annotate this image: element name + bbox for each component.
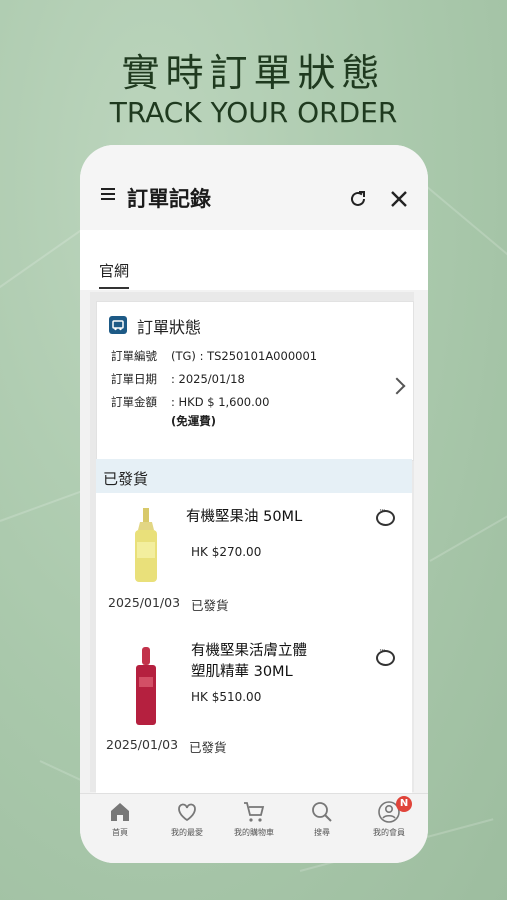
order-date-value: : 2025/01/18: [171, 372, 245, 386]
item-status: 已發貨: [189, 740, 227, 755]
page-title: 訂單記錄: [127, 187, 211, 211]
item-price: HK $270.00: [191, 545, 262, 559]
item-date: 2025/01/03: [106, 737, 179, 752]
order-amount-row: 訂單金額 : HKD $ 1,600.00: [111, 394, 269, 410]
item-price: HK $510.00: [191, 690, 262, 704]
top-bar: 訂單記錄: [80, 145, 428, 230]
home-icon: [111, 803, 129, 821]
item-name: 有機堅果油 50ML: [186, 509, 303, 525]
hero-subtitle: TRACK YOUR ORDER: [109, 96, 398, 129]
cart-icon: [244, 802, 265, 822]
heart-icon: [178, 803, 196, 822]
order-amount-value: : HKD $ 1,600.00: [171, 395, 270, 409]
chat-bubble-icon[interactable]: [376, 506, 395, 526]
hero-title: 實時訂單狀態: [121, 51, 386, 95]
order-amount-label: 訂單金額: [111, 395, 157, 409]
bottom-navigation: 首頁 我的最愛 我的購物車 搜尋 我的會員 N: [80, 793, 428, 863]
chevron-right-icon[interactable]: [388, 377, 406, 395]
nav-cart-label: 我的購物車: [234, 828, 274, 837]
nav-home-label: 首頁: [112, 828, 128, 837]
order-number-value: (TG) : TS250101A000001: [171, 349, 318, 363]
order-date-row: 訂單日期 : 2025/01/18: [111, 371, 245, 387]
app-screen: 訂單記錄 官網 訂單狀態 訂單編號 (TG) : TS250101A000001: [80, 145, 428, 863]
search-icon: [312, 802, 332, 822]
phone-frame: 訂單記錄 官網 訂單狀態 訂單編號 (TG) : TS250101A000001: [80, 145, 428, 863]
item-name-line2: 塑肌精華 30ML: [191, 664, 293, 680]
nav-cart[interactable]: 我的購物車: [222, 800, 286, 838]
nav-member[interactable]: 我的會員 N: [357, 796, 421, 838]
nav-favorites[interactable]: 我的最愛: [155, 800, 219, 838]
delivery-truck-icon: [109, 316, 127, 334]
menu-icon[interactable]: [101, 188, 115, 200]
free-shipping-note: (免運費): [171, 414, 217, 428]
order-number-label: 訂單編號: [111, 349, 157, 363]
nav-member-label: 我的會員: [373, 828, 405, 837]
nav-search[interactable]: 搜尋: [290, 800, 354, 838]
nav-favorites-label: 我的最愛: [171, 828, 203, 837]
tab-official-site[interactable]: 官網: [99, 260, 130, 289]
list-item[interactable]: 有機堅果活膚立體 塑肌精華 30ML HK $510.00 2025/01/03…: [96, 623, 412, 793]
shipped-section-label: 已發貨: [103, 470, 149, 488]
list-item[interactable]: 有機堅果油 50ML HK $270.00 2025/01/03 已發貨: [96, 493, 412, 623]
chat-bubble-icon[interactable]: [376, 646, 395, 666]
nav-home[interactable]: 首頁: [88, 800, 152, 838]
tab-bar: 官網: [80, 230, 428, 290]
item-date: 2025/01/03: [108, 595, 181, 610]
item-status: 已發貨: [191, 598, 229, 613]
order-status-title: 訂單狀態: [137, 318, 202, 337]
product-serum-bottle-image: [136, 647, 156, 725]
notification-badge: N: [396, 796, 412, 812]
close-icon[interactable]: [389, 189, 409, 209]
shipped-section-header: 已發貨: [96, 459, 412, 493]
order-content: 訂單狀態 訂單編號 (TG) : TS250101A000001 訂單日期 : 20…: [90, 292, 414, 793]
nav-search-label: 搜尋: [314, 828, 330, 837]
refresh-icon[interactable]: [348, 189, 368, 209]
product-oil-bottle-image: [135, 508, 157, 582]
order-number-row: 訂單編號 (TG) : TS250101A000001: [111, 348, 317, 364]
item-name-line1: 有機堅果活膚立體: [191, 643, 307, 659]
order-date-label: 訂單日期: [111, 372, 157, 386]
order-summary-card[interactable]: 訂單狀態 訂單編號 (TG) : TS250101A000001 訂單日期 : 20…: [96, 301, 414, 461]
